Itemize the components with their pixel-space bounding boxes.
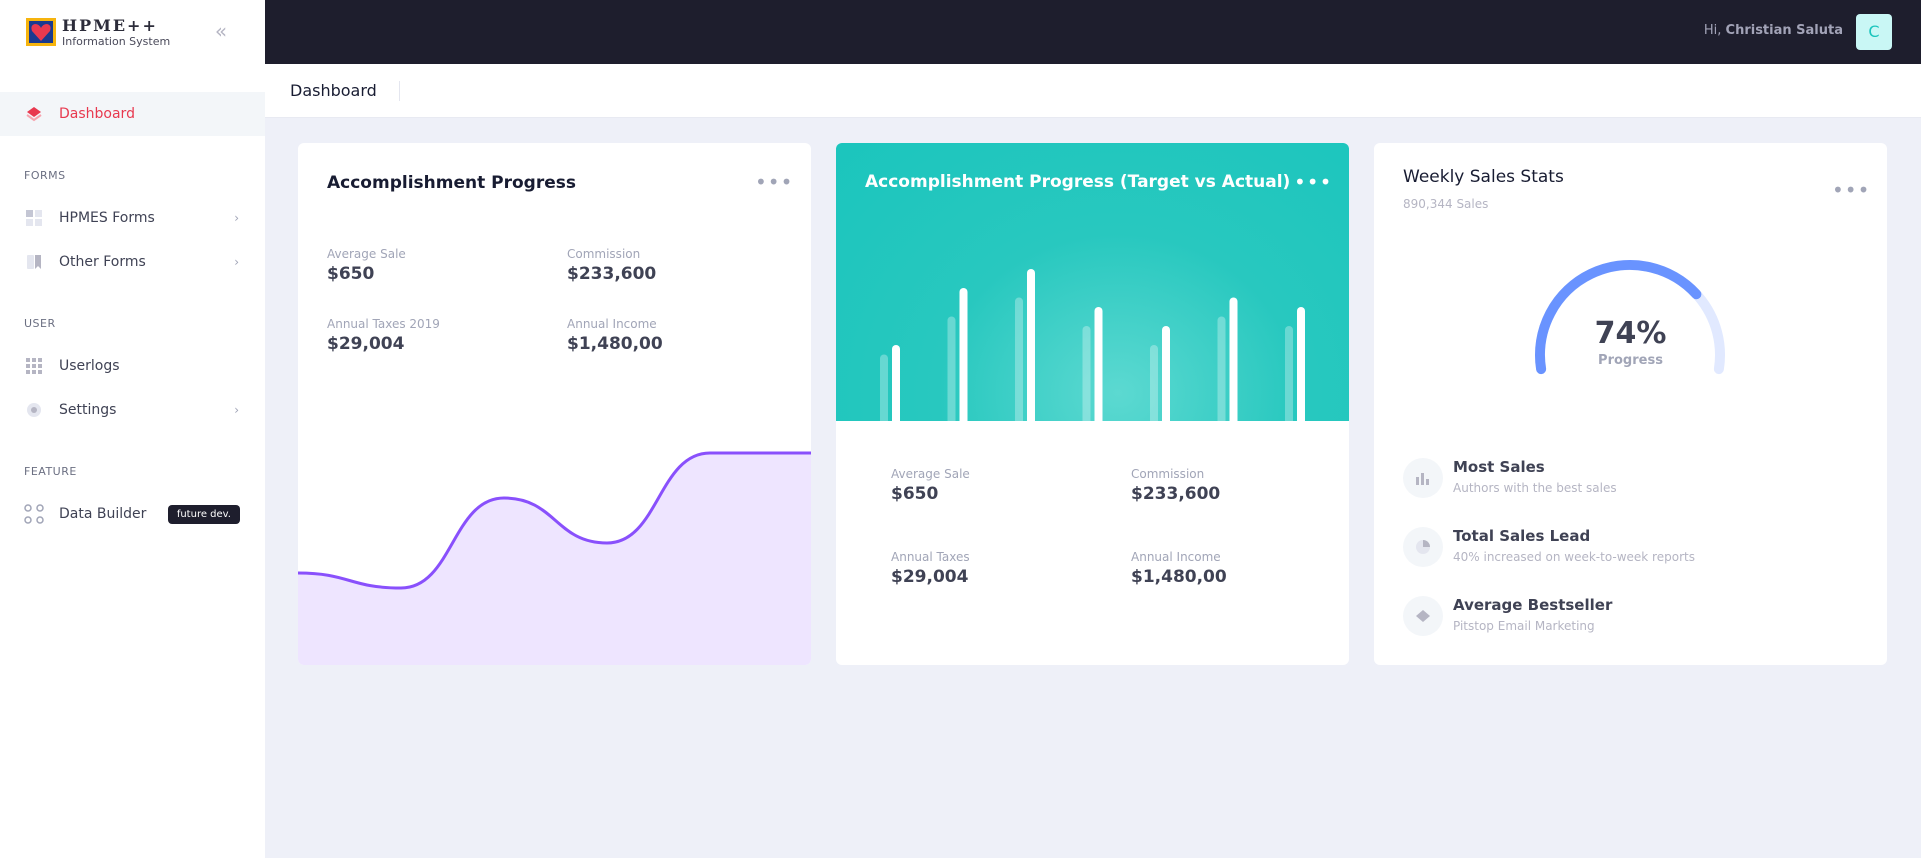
stat-value: $233,600: [1131, 484, 1221, 504]
diamond-icon: [1403, 596, 1443, 636]
sidebar-item-label: Dashboard: [59, 106, 135, 122]
list-item-most-sales[interactable]: Most Sales Authors with the best sales: [1403, 458, 1863, 504]
brand-title: HPME++: [62, 15, 158, 35]
section-title-user: USER: [24, 317, 56, 330]
dots-grid-icon: [24, 356, 44, 376]
card-title: Weekly Sales Stats: [1403, 167, 1564, 187]
list-title: Average Bestseller: [1453, 596, 1613, 614]
stat-label: Average Sale: [891, 467, 970, 481]
bar-series-2: [1297, 307, 1305, 421]
bar-series-2: [1094, 307, 1103, 421]
list-title: Total Sales Lead: [1453, 527, 1591, 545]
list-item-average-bestseller[interactable]: Average Bestseller Pitstop Email Marketi…: [1403, 596, 1863, 642]
list-desc: Pitstop Email Marketing: [1453, 619, 1595, 633]
sidebar-item-userlogs[interactable]: Userlogs: [0, 344, 265, 388]
target-vs-actual-card: Accomplishment Progress (Target vs Actua…: [836, 143, 1349, 665]
stat-commission: Commission $233,600: [1131, 467, 1220, 504]
sidebar-item-settings[interactable]: Settings ›: [0, 388, 265, 432]
list-desc: 40% increased on week-to-week reports: [1453, 550, 1695, 564]
bar-chart: [880, 269, 1305, 421]
stat-value: $29,004: [891, 567, 969, 587]
stat-annual-taxes: Annual Taxes $29,004: [891, 550, 970, 587]
layers-icon: [24, 104, 44, 124]
bar-series-1: [1015, 297, 1023, 421]
sidebar-item-hpmes-forms[interactable]: HPMES Forms ›: [0, 196, 265, 240]
section-title-feature: FEATURE: [24, 465, 77, 478]
sidebar-item-label: Settings: [59, 402, 117, 418]
stat-label: Annual Income: [1131, 550, 1221, 564]
grid-icon: [24, 208, 44, 228]
divider: [399, 81, 400, 101]
subheader: Dashboard: [265, 64, 1921, 118]
user-name: Christian Saluta: [1725, 23, 1843, 38]
stat-average-sale: Average Sale $650: [891, 467, 970, 504]
sidebar: HPME++ Information System « Dashboard FO…: [0, 0, 265, 858]
list-item-total-sales-lead[interactable]: Total Sales Lead 40% increased on week-t…: [1403, 527, 1863, 573]
stat-annual-income: Annual Income $1,480,00: [1131, 550, 1227, 587]
page-title: Dashboard: [290, 81, 377, 100]
bar-chart-icon: [1403, 458, 1443, 498]
stat-value: $1,480,00: [1131, 567, 1227, 587]
chevron-right-icon: ›: [234, 403, 239, 417]
chevron-right-icon: ›: [234, 211, 239, 225]
bar-series-1: [1150, 345, 1158, 421]
bar-series-1: [1217, 316, 1226, 421]
user-greeting[interactable]: Hi, Christian Saluta: [1704, 23, 1843, 38]
brand-subtitle: Information System: [62, 34, 171, 48]
weekly-sales-card: Weekly Sales Stats 890,344 Sales ••• 74%…: [1374, 143, 1887, 665]
bookmark-icon: [24, 252, 44, 272]
pie-chart-icon: [1403, 527, 1443, 567]
sidebar-item-dashboard[interactable]: Dashboard: [0, 92, 265, 136]
four-circles-icon: [24, 504, 44, 524]
bar-series-1: [880, 354, 888, 421]
sidebar-item-label: Other Forms: [59, 254, 146, 270]
stat-label: Annual Taxes: [891, 550, 970, 564]
bar-series-2: [1229, 297, 1238, 421]
stat-value: $650: [891, 484, 939, 504]
logo-icon: [26, 18, 56, 46]
sidebar-item-label: Data Builder: [59, 506, 147, 522]
area-chart: [298, 451, 811, 665]
section-title-forms: FORMS: [24, 169, 66, 182]
sidebar-item-other-forms[interactable]: Other Forms ›: [0, 240, 265, 284]
gauge-value: 74%: [1594, 316, 1667, 351]
accomplishment-progress-card: Accomplishment Progress ••• Average Sale…: [298, 143, 811, 665]
bar-series-2: [892, 345, 900, 421]
avatar[interactable]: C: [1856, 14, 1892, 50]
sidebar-item-label: HPMES Forms: [59, 210, 155, 226]
bar-series-1: [1285, 326, 1293, 421]
sidebar-item-label: Userlogs: [59, 358, 120, 374]
bar-series-2: [1027, 269, 1035, 421]
gear-icon: [24, 400, 44, 420]
future-dev-badge: future dev.: [167, 504, 240, 524]
area-fill: [298, 453, 811, 665]
list-desc: Authors with the best sales: [1453, 481, 1617, 495]
more-options-icon[interactable]: •••: [1832, 180, 1870, 200]
greeting-prefix: Hi,: [1703, 23, 1722, 38]
bar-series-1: [1082, 326, 1091, 421]
bar-series-2: [1162, 326, 1170, 421]
stat-label: Commission: [1131, 467, 1205, 481]
bar-series-1: [947, 316, 956, 421]
sidebar-item-data-builder[interactable]: Data Builder future dev.: [0, 492, 265, 536]
gauge-label: Progress: [1598, 353, 1663, 368]
card-subtitle: 890,344 Sales: [1403, 197, 1489, 211]
chevron-right-icon: ›: [234, 255, 239, 269]
list-title: Most Sales: [1453, 458, 1545, 476]
bar-series-2: [959, 288, 968, 421]
collapse-sidebar-icon[interactable]: «: [210, 20, 232, 42]
topbar: Hi, Christian Saluta C: [265, 0, 1921, 64]
